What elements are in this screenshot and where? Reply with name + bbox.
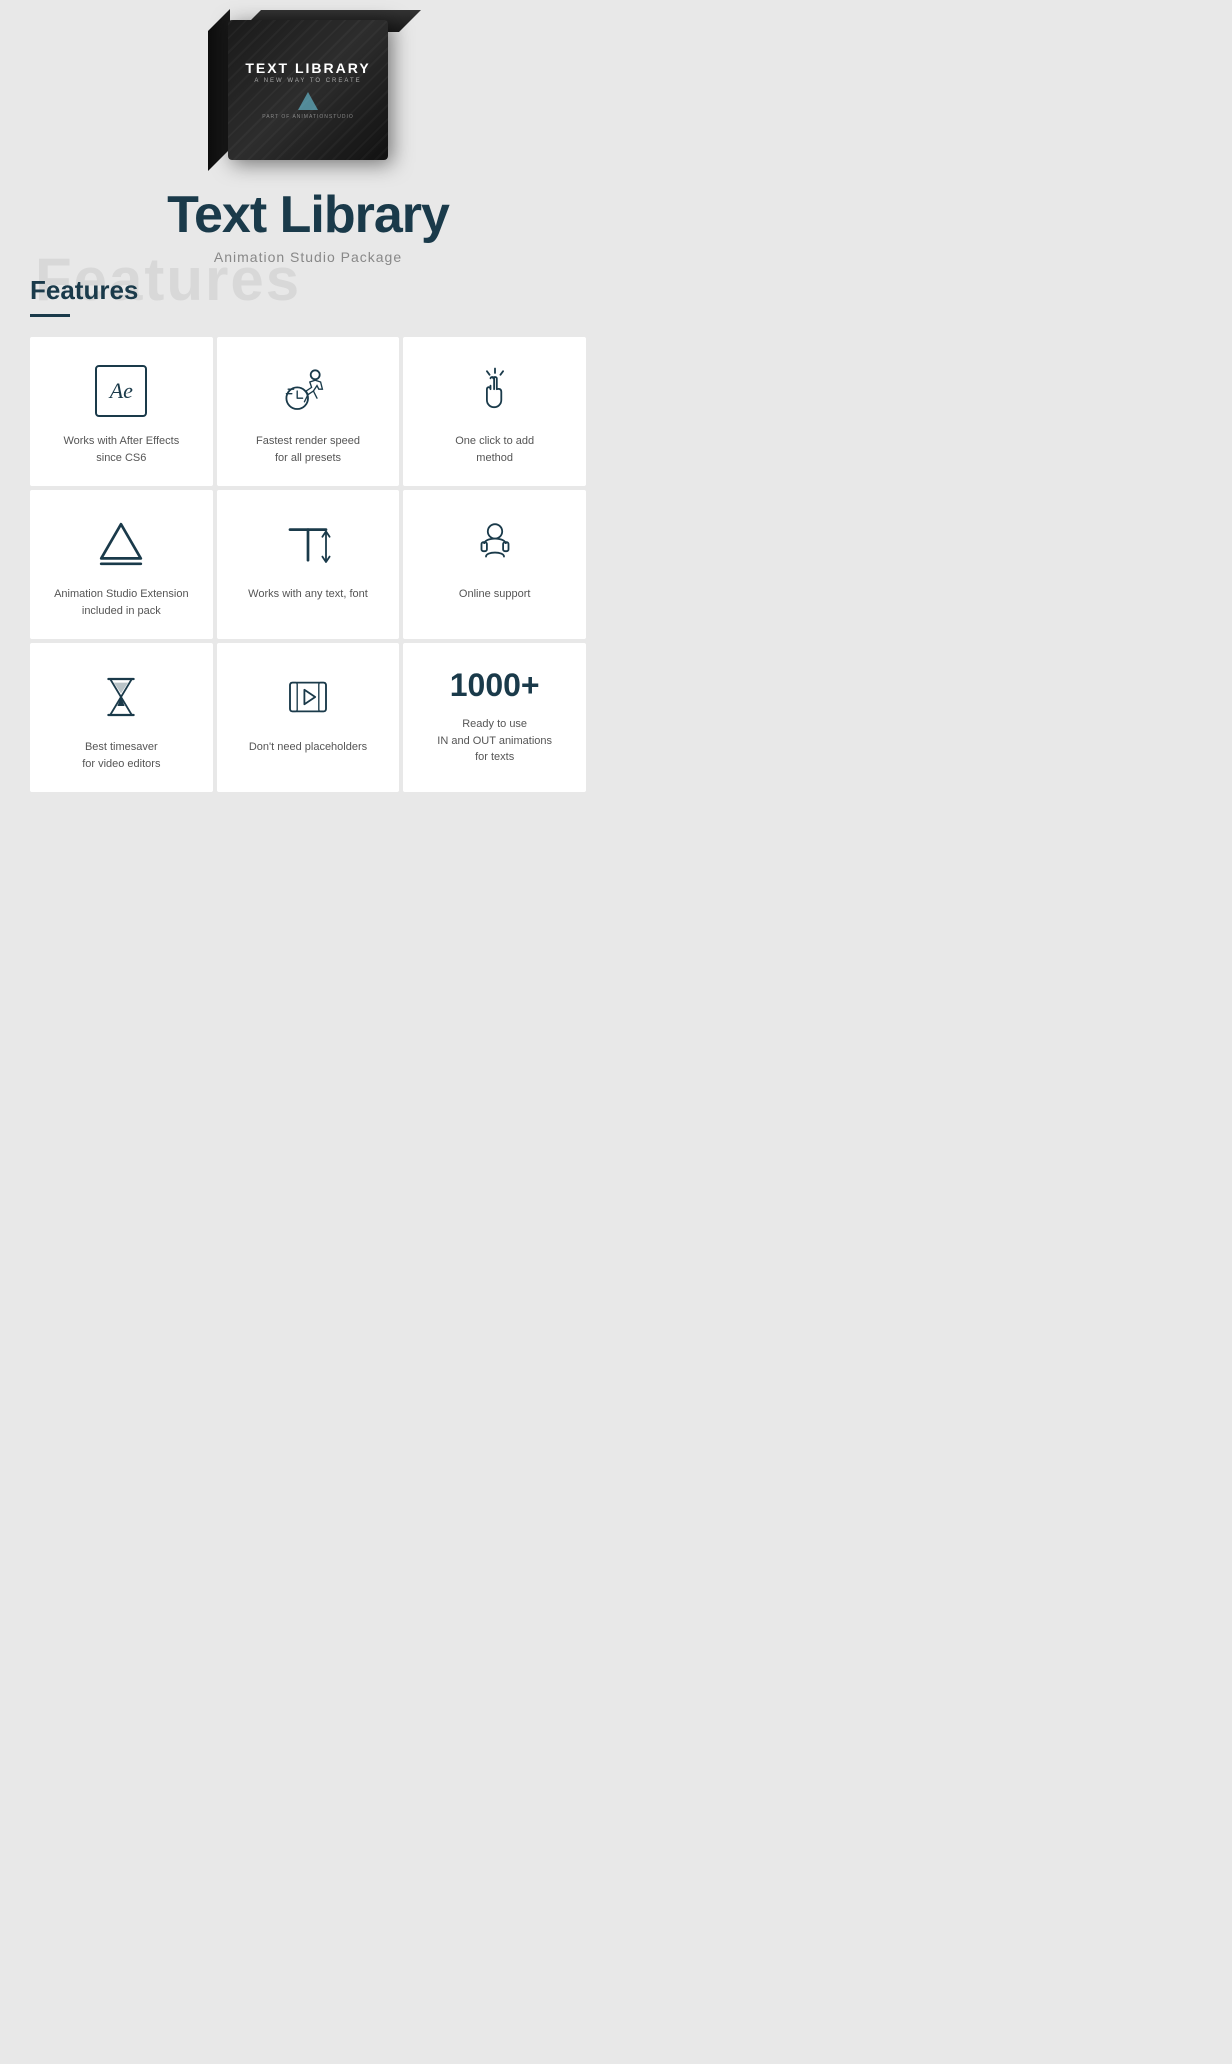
product-box-container: TEXT LIBRARY A NEW WAY TO CREATE PART OF… xyxy=(0,0,616,180)
render-icon xyxy=(278,361,338,421)
feature-label: Animation Studio Extensionincluded in pa… xyxy=(54,586,189,619)
hero-section: TEXT LIBRARY A NEW WAY TO CREATE PART OF… xyxy=(0,0,616,285)
feature-card-after-effects: Ae Works with After Effectssince CS6 xyxy=(30,337,213,486)
features-grid: Ae Works with After Effectssince CS6 xyxy=(30,337,586,792)
feature-card-render: Fastest render speedfor all presets xyxy=(217,337,400,486)
box-side xyxy=(208,9,230,171)
feature-card-animation-studio: Animation Studio Extensionincluded in pa… xyxy=(30,490,213,639)
number-icon: 1000+ xyxy=(465,667,525,708)
box-logo: PART OF ANIMATIONSTUDIO xyxy=(262,92,354,120)
feature-card-placeholders: Don't need placeholders xyxy=(217,643,400,792)
hourglass-icon xyxy=(91,667,151,727)
feature-label: Don't need placeholders xyxy=(249,739,367,756)
box-title: TEXT LIBRARY xyxy=(245,60,370,76)
feature-card-one-click: One click to addmethod xyxy=(403,337,586,486)
font-icon xyxy=(278,514,338,574)
ae-icon: Ae xyxy=(91,361,151,421)
box-part-text: PART OF ANIMATIONSTUDIO xyxy=(262,114,354,120)
feature-card-support: Online support xyxy=(403,490,586,639)
product-box: TEXT LIBRARY A NEW WAY TO CREATE PART OF… xyxy=(208,10,408,170)
feature-label: Ready to useIN and OUT animationsfor tex… xyxy=(437,716,552,766)
box-front: TEXT LIBRARY A NEW WAY TO CREATE PART OF… xyxy=(228,20,388,160)
box-subtitle: A NEW WAY TO CREATE xyxy=(254,78,361,84)
product-title: Text Library xyxy=(167,185,449,245)
feature-label: Works with any text, font xyxy=(248,586,368,603)
feature-card-timesaver: Best timesaverfor video editors xyxy=(30,643,213,792)
features-heading: Features xyxy=(30,275,586,314)
feature-label: Online support xyxy=(459,586,531,603)
video-icon xyxy=(278,667,338,727)
box-triangle-icon xyxy=(298,92,318,110)
click-icon xyxy=(465,361,525,421)
feature-label: Fastest render speedfor all presets xyxy=(256,433,360,466)
features-underline xyxy=(30,314,70,317)
triangle-icon xyxy=(91,514,151,574)
support-icon xyxy=(465,514,525,574)
feature-card-text-font: Works with any text, font xyxy=(217,490,400,639)
feature-label: One click to addmethod xyxy=(455,433,534,466)
feature-card-animations: 1000+ Ready to useIN and OUT animationsf… xyxy=(403,643,586,792)
features-section: Features Features Ae Works with After Ef… xyxy=(0,255,616,822)
feature-label: Works with After Effectssince CS6 xyxy=(63,433,179,466)
feature-number: 1000+ xyxy=(450,667,540,704)
feature-label: Best timesaverfor video editors xyxy=(82,739,160,772)
